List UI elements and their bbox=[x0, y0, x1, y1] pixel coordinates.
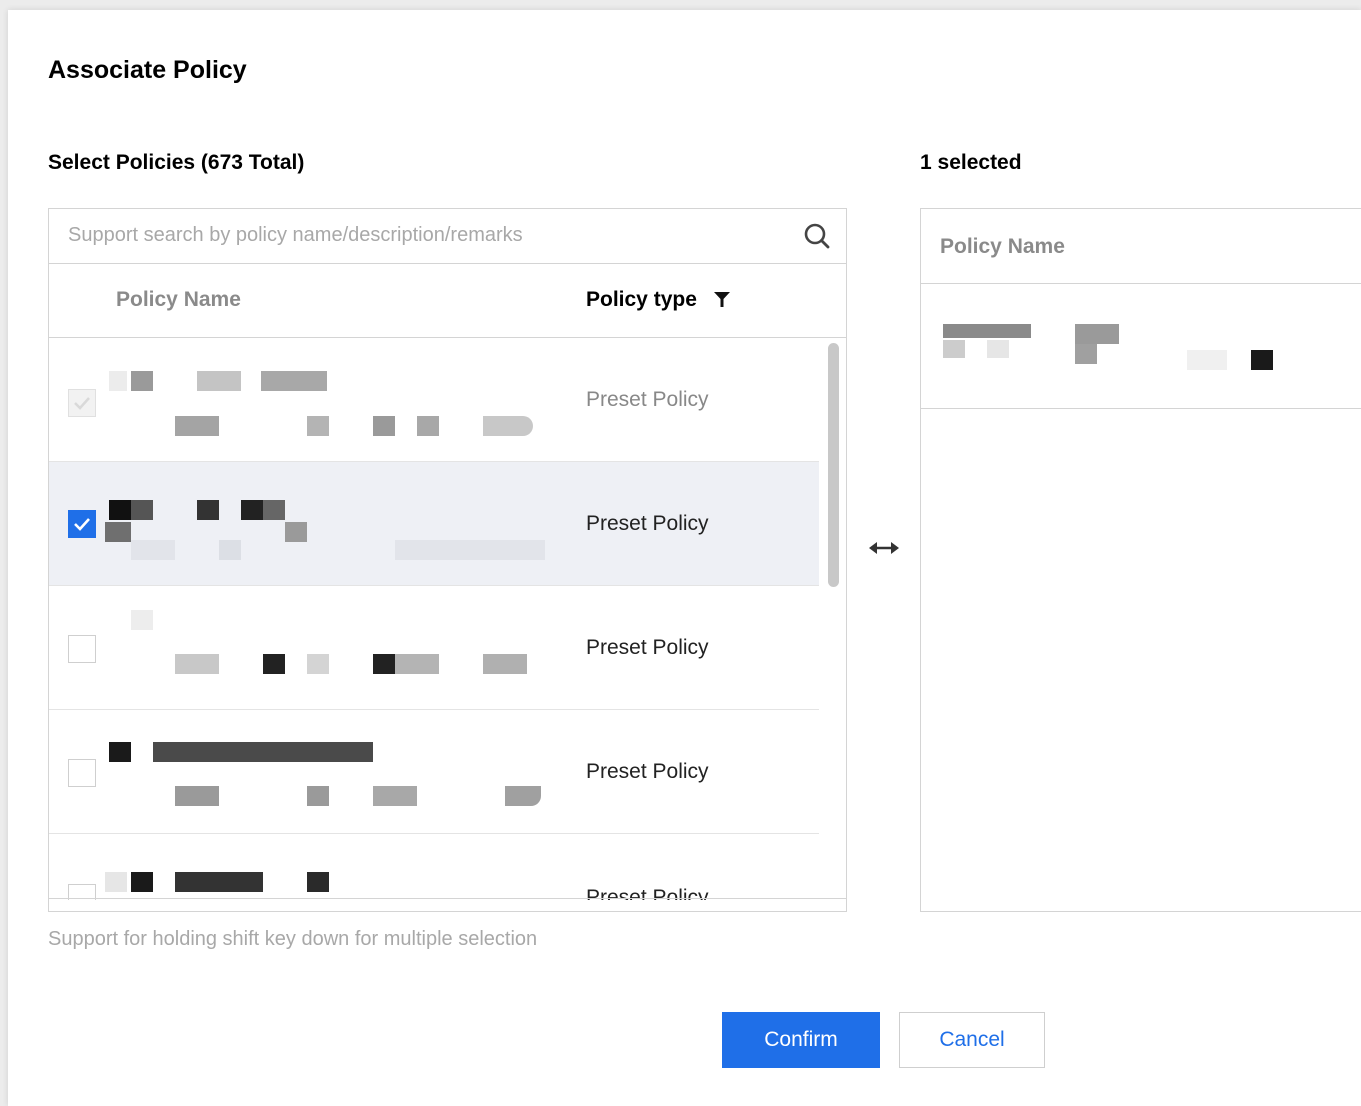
policy-type-cell: Preset Policy bbox=[586, 388, 709, 411]
search-bar bbox=[49, 209, 846, 264]
filter-icon[interactable] bbox=[713, 290, 731, 308]
policy-list-panel: Policy Name Policy type bbox=[48, 208, 847, 912]
column-policy-name: Policy Name bbox=[116, 288, 241, 311]
dialog-title: Associate Policy bbox=[48, 56, 247, 84]
redacted-policy-name bbox=[939, 314, 1359, 374]
table-row[interactable]: Preset Policy bbox=[49, 586, 819, 710]
search-icon[interactable] bbox=[802, 221, 832, 251]
select-policies-heading: Select Policies (673 Total) bbox=[48, 151, 305, 174]
selected-table-header: Policy Name bbox=[921, 209, 1361, 284]
redacted-policy-name bbox=[105, 354, 551, 446]
selected-policies-panel: Policy Name bbox=[920, 208, 1361, 912]
confirm-button[interactable]: Confirm bbox=[722, 1012, 880, 1068]
transfer-arrows-icon bbox=[869, 542, 899, 554]
search-input[interactable] bbox=[49, 209, 789, 262]
table-row[interactable]: Preset Policy bbox=[49, 710, 819, 834]
policy-type-cell: Preset Policy bbox=[586, 636, 709, 659]
associate-policy-dialog: Associate Policy Select Policies (673 To… bbox=[8, 10, 1361, 1106]
table-row[interactable]: Preset Policy bbox=[49, 834, 819, 900]
selected-count-heading: 1 selected bbox=[920, 151, 1022, 174]
scrollbar-thumb[interactable] bbox=[828, 343, 839, 587]
multi-select-hint: Support for holding shift key down for m… bbox=[48, 928, 538, 950]
row-checkbox[interactable] bbox=[68, 759, 96, 787]
table-header: Policy Name Policy type bbox=[49, 264, 846, 338]
table-row[interactable]: Preset Policy bbox=[49, 462, 819, 586]
policy-rows: Preset Policy Preset Policy Preset Polic… bbox=[49, 338, 819, 900]
redacted-policy-name bbox=[105, 602, 551, 694]
selected-row[interactable] bbox=[921, 284, 1361, 409]
redacted-policy-name bbox=[105, 478, 551, 570]
column-policy-type: Policy type bbox=[586, 288, 697, 311]
row-checkbox[interactable] bbox=[68, 510, 96, 538]
selected-column-policy-name: Policy Name bbox=[940, 235, 1065, 258]
policy-type-cell: Preset Policy bbox=[586, 760, 709, 783]
row-checkbox[interactable] bbox=[68, 389, 96, 417]
redacted-policy-name bbox=[105, 726, 551, 818]
table-row[interactable]: Preset Policy bbox=[49, 338, 819, 462]
redacted-policy-name bbox=[105, 850, 551, 900]
cancel-button[interactable]: Cancel bbox=[899, 1012, 1045, 1068]
policy-type-cell: Preset Policy bbox=[586, 512, 709, 535]
list-bottom-divider bbox=[49, 898, 846, 899]
row-checkbox[interactable] bbox=[68, 635, 96, 663]
